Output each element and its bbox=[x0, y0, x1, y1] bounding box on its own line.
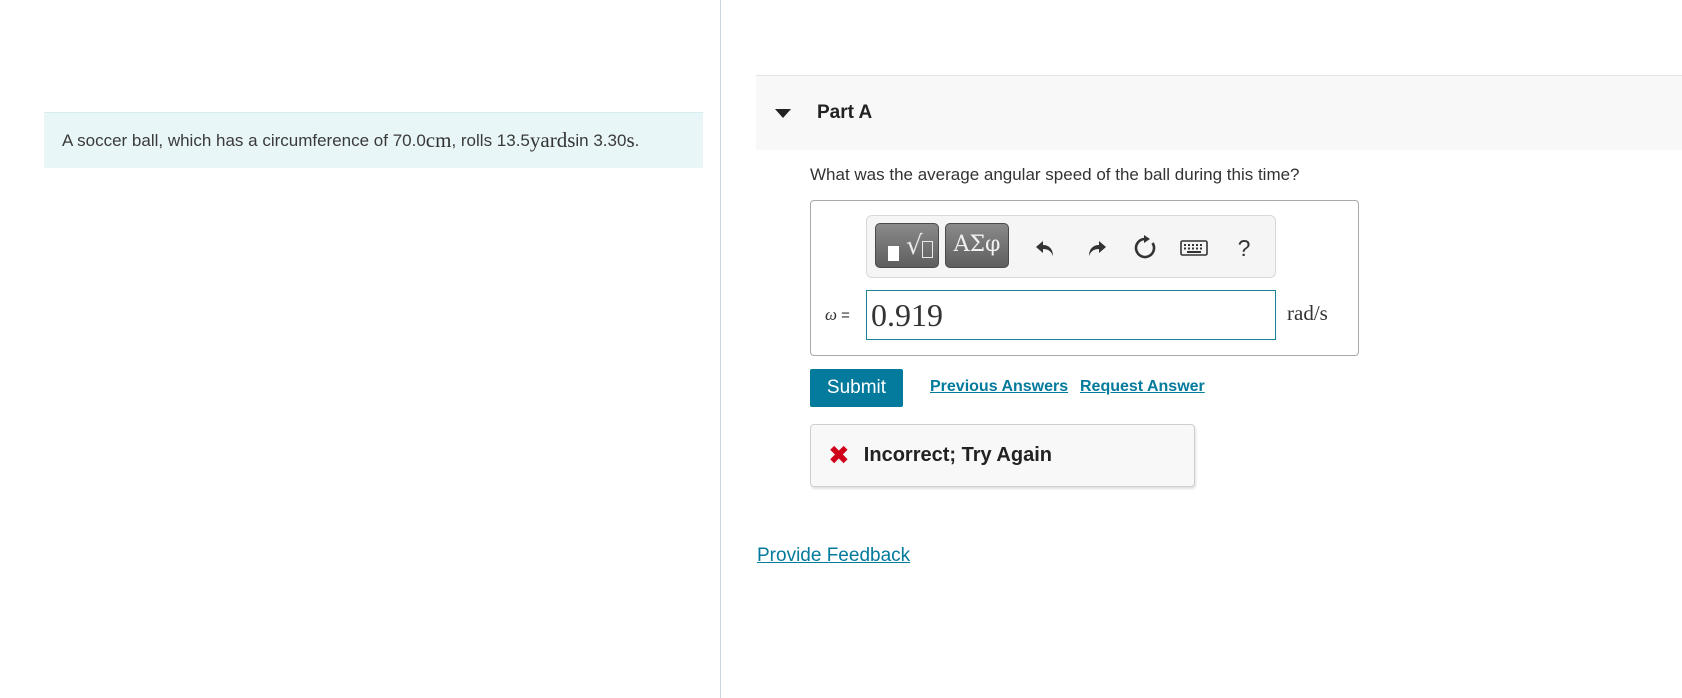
x-icon: ✖ bbox=[828, 440, 850, 471]
reset-icon[interactable] bbox=[1128, 231, 1162, 265]
answer-unit: rad/s bbox=[1287, 301, 1328, 325]
keyboard-icon[interactable] bbox=[1177, 231, 1211, 265]
unit-cm: cm bbox=[425, 128, 452, 152]
collapse-caret-icon[interactable] bbox=[775, 108, 791, 118]
feedback-message: ✖ Incorrect; Try Again bbox=[810, 424, 1195, 487]
problem-statement: A soccer ball, which has a circumference… bbox=[44, 112, 703, 168]
column-divider bbox=[720, 0, 721, 698]
math-toolbar: √ ΑΣφ ? bbox=[866, 215, 1276, 278]
unit-yards: yards bbox=[529, 128, 576, 152]
answer-input[interactable]: 0.919 bbox=[866, 290, 1276, 340]
greek-label: ΑΣφ bbox=[953, 232, 1001, 257]
omega-symbol: ω bbox=[825, 305, 838, 324]
answer-box: √ ΑΣφ ? ω = 0.919 rad/s bbox=[810, 200, 1359, 356]
problem-text-1: A soccer ball, which has a circumference… bbox=[62, 130, 426, 150]
undo-icon[interactable] bbox=[1029, 231, 1063, 265]
problem-text-2: , rolls 13.5 bbox=[451, 130, 530, 150]
templates-icon[interactable]: √ bbox=[875, 223, 939, 268]
feedback-text: Incorrect; Try Again bbox=[863, 444, 1052, 466]
submit-button[interactable]: Submit bbox=[810, 369, 903, 407]
help-label: ? bbox=[1237, 234, 1251, 261]
problem-text-4: . bbox=[634, 130, 640, 150]
answer-variable-label: ω = bbox=[825, 305, 850, 325]
part-title: Part A bbox=[817, 102, 873, 123]
equals-sign: = bbox=[837, 307, 850, 324]
previous-answers-link[interactable]: Previous Answers bbox=[930, 378, 1068, 396]
help-icon[interactable]: ? bbox=[1227, 231, 1261, 265]
provide-feedback-link[interactable]: Provide Feedback bbox=[757, 545, 910, 567]
problem-text-3: in 3.30 bbox=[575, 130, 627, 150]
part-header[interactable]: Part A bbox=[756, 75, 1682, 150]
greek-symbols-icon[interactable]: ΑΣφ bbox=[945, 223, 1009, 268]
request-answer-link[interactable]: Request Answer bbox=[1080, 378, 1205, 396]
redo-icon[interactable] bbox=[1079, 231, 1113, 265]
unit-s: s bbox=[626, 128, 635, 152]
question-text: What was the average angular speed of th… bbox=[810, 165, 1300, 184]
